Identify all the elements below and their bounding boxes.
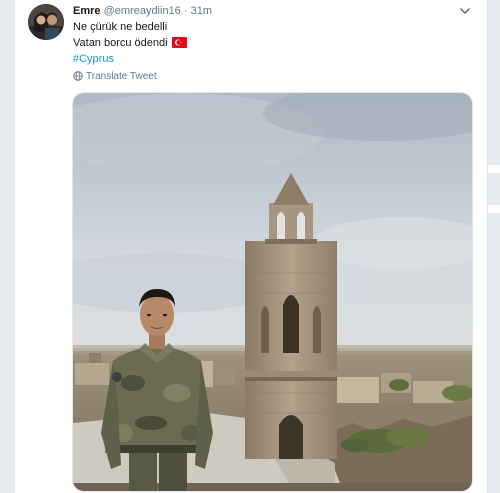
tweet-text: Ne çürük ne bedelli Vatan borcu ödendi #… xyxy=(73,19,187,67)
tweet-time[interactable]: 31m xyxy=(191,5,212,17)
avatar-photo xyxy=(28,4,64,40)
chevron-down-icon[interactable] xyxy=(459,5,471,17)
background-panel-edge xyxy=(487,165,500,173)
tweet-text-line: Ne çürük ne bedelli xyxy=(73,21,168,33)
turkish-flag-icon xyxy=(171,37,187,48)
globe-icon xyxy=(73,71,83,81)
translate-label: Translate Tweet xyxy=(86,71,157,82)
tweet-photo[interactable] xyxy=(72,92,473,492)
tweet-text-line: Vatan borcu ödendi xyxy=(73,37,168,49)
author-handle[interactable]: @emreaydiin16 xyxy=(104,5,181,17)
background-panel-edge xyxy=(487,205,500,213)
separator: · xyxy=(180,5,191,17)
photo-soldier-bell-tower xyxy=(73,93,472,491)
tweet-text-line-with-flag: Vatan borcu ödendi xyxy=(73,35,187,51)
hashtag-link[interactable]: #Cyprus xyxy=(73,51,187,67)
tweet-header: Emre @emreaydiin16 · 31m xyxy=(73,4,212,18)
translate-tweet-link[interactable]: Translate Tweet xyxy=(73,70,157,84)
author-name[interactable]: Emre xyxy=(73,5,101,17)
avatar[interactable] xyxy=(28,4,64,40)
tweet-card[interactable]: Emre @emreaydiin16 · 31m Ne çürük ne bed… xyxy=(14,0,488,493)
